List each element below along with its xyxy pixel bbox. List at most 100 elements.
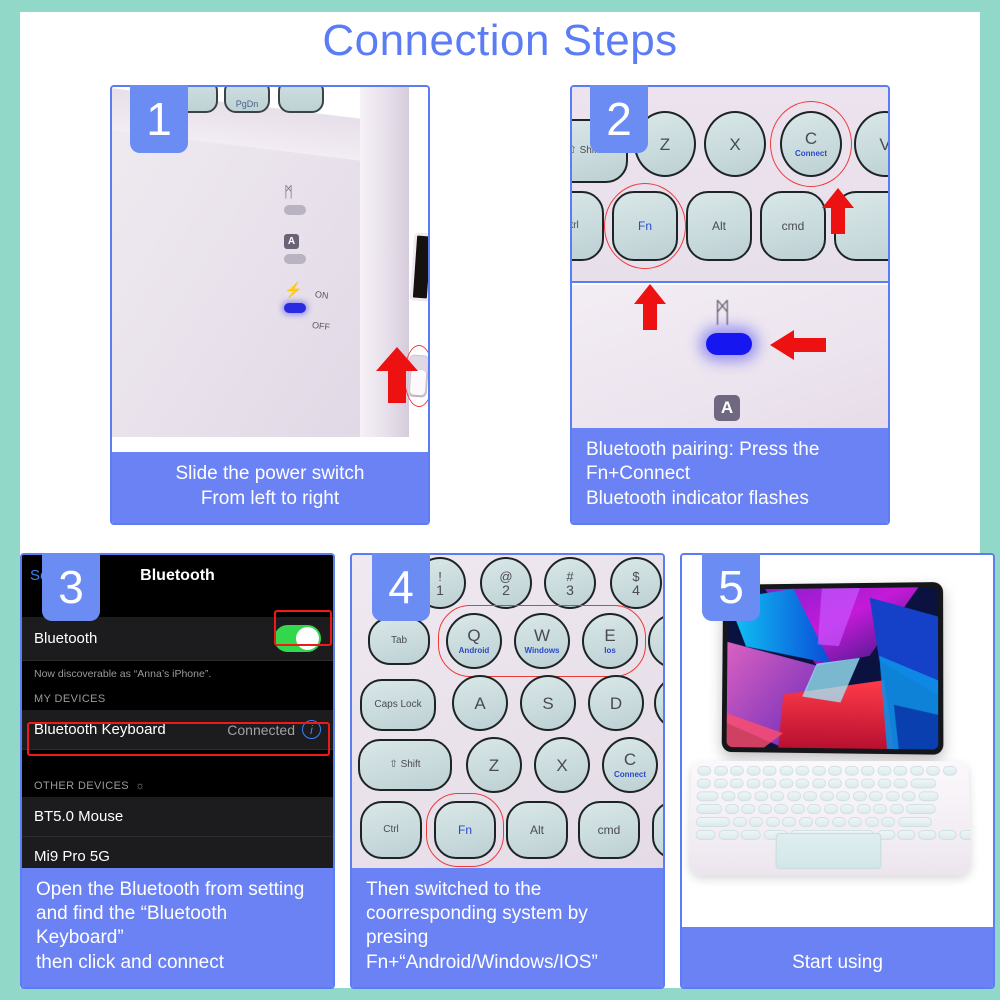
key-v[interactable]: V: [854, 111, 888, 177]
kb-key-fn: [717, 829, 739, 840]
key-ctrl[interactable]: Ctrl: [572, 191, 604, 261]
kb-key: [844, 765, 859, 776]
key-4[interactable]: $ 4: [610, 557, 662, 609]
key-x[interactable]: X: [534, 737, 590, 793]
kb-key: [762, 765, 777, 776]
key-tab[interactable]: Tab: [368, 617, 430, 665]
kb-key: [814, 817, 830, 827]
kb-key: [839, 804, 854, 815]
my-devices-header-label: MY DEVICES: [34, 693, 106, 705]
kb-key: [860, 765, 875, 776]
bluetooth-indicator-group: ᛗ: [284, 185, 306, 215]
power-indicator-group: ⚡: [284, 283, 306, 313]
kb-key: [864, 817, 879, 827]
step-4-caption: Then switched to the coorresponding syst…: [352, 867, 663, 987]
kb-key: [897, 829, 916, 840]
switch-label-on: ON: [314, 289, 330, 301]
keyboard-row-qwerty: [696, 791, 939, 802]
kb-key-arrow-left: [917, 829, 936, 840]
kb-key: [847, 817, 863, 827]
kb-key: [713, 778, 728, 789]
key-cmd[interactable]: cmd: [578, 801, 640, 859]
keyboard-row-shift: [695, 817, 932, 827]
power-led: [284, 303, 306, 313]
step-3-caption: Open the Bluetooth from setting and find…: [22, 867, 333, 987]
keyboard-hook: [290, 421, 316, 437]
kb-key: [811, 778, 826, 789]
kb-key: [901, 791, 916, 802]
loading-spinner-icon: ☼: [135, 780, 146, 792]
highlight-box-key-fn: [426, 793, 504, 867]
key-a[interactable]: A: [452, 675, 508, 731]
step-badge-2: 2: [590, 85, 648, 153]
kb-key: [781, 817, 797, 827]
top-key-pgdn: PgDn: [224, 87, 270, 113]
highlight-box-os-keys: [438, 605, 646, 677]
kb-key: [748, 817, 764, 827]
kb-key-tab: [696, 791, 719, 802]
key-space[interactable]: [652, 801, 663, 859]
key-alt[interactable]: Alt: [686, 191, 752, 261]
other-devices-header-label: OTHER DEVICES: [34, 780, 130, 792]
red-arrow-left-icon: [770, 330, 826, 360]
key-cmd[interactable]: cmd: [760, 191, 826, 261]
kb-key: [786, 791, 801, 802]
key-3[interactable]: # 3: [544, 557, 596, 609]
discoverable-note: Now discoverable as “Anna’s iPhone”.: [22, 661, 333, 689]
page-title: Connection Steps: [322, 16, 678, 65]
device-row-bt5-mouse[interactable]: BT5.0 Mouse: [22, 797, 333, 837]
kb-key: [880, 817, 896, 827]
highlight-box-keyboard-row: [27, 722, 330, 756]
other-devices-header: OTHER DEVICES ☼: [22, 776, 333, 797]
kb-key: [696, 778, 711, 789]
step-badge-1: 1: [130, 85, 188, 153]
kb-key: [819, 791, 834, 802]
key-ctrl[interactable]: Ctrl: [360, 801, 422, 859]
kb-key: [798, 817, 813, 827]
kb-key: [918, 791, 939, 802]
kb-key: [885, 791, 900, 802]
kb-key: [877, 778, 892, 789]
key-caps-lock[interactable]: Caps Lock: [360, 679, 436, 731]
caps-lock-icon: A: [284, 234, 299, 249]
step-1-caption: Slide the power switch From left to righ…: [112, 452, 428, 523]
switch-label-off: OFF: [311, 319, 331, 333]
key-alt[interactable]: Alt: [506, 801, 568, 859]
bluetooth-led: [284, 205, 306, 215]
bluetooth-icon: ᛗ: [284, 184, 294, 201]
kb-key-arrow-right: [958, 829, 972, 840]
kb-key: [795, 765, 810, 776]
key-z[interactable]: Z: [466, 737, 522, 793]
device-name: Mi9 Pro 5G: [34, 848, 110, 865]
kb-key: [856, 804, 871, 815]
screen-title: Bluetooth: [140, 567, 215, 584]
key-x[interactable]: X: [704, 111, 766, 177]
key-f[interactable]: F: [654, 675, 663, 731]
kb-key-capslock: [696, 804, 723, 815]
kb-key: [803, 791, 818, 802]
key-s[interactable]: S: [520, 675, 576, 731]
step-badge-5: 5: [702, 553, 760, 621]
key-2[interactable]: @ 2: [480, 557, 532, 609]
kb-key: [790, 804, 805, 815]
key-r[interactable]: R: [648, 613, 663, 669]
kb-key: [872, 804, 887, 815]
top-key-3: [278, 87, 324, 113]
kb-key: [720, 791, 736, 802]
capslock-indicator-group: A: [284, 234, 306, 264]
kb-key: [770, 791, 785, 802]
key-d[interactable]: D: [588, 675, 644, 731]
key-c-connect[interactable]: C Connect: [602, 737, 658, 793]
kb-key: [807, 804, 822, 815]
kb-key: [724, 804, 739, 815]
battery-charge-icon: ⚡: [284, 282, 303, 299]
bluetooth-led-flashing: [706, 333, 752, 355]
kb-key: [765, 817, 780, 827]
key-shift[interactable]: ⇧ Shift: [358, 739, 452, 791]
kb-key: [889, 804, 904, 815]
trackpad[interactable]: [775, 832, 882, 870]
step-5-caption: Start using: [682, 926, 993, 987]
kb-key-enter: [905, 804, 936, 815]
kb-key: [828, 765, 842, 776]
kb-key: [741, 804, 756, 815]
